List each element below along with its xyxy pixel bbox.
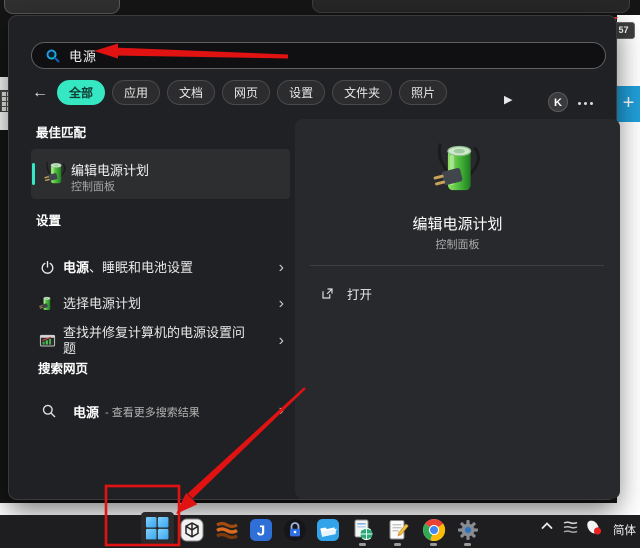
tray-list-icon[interactable] [562, 521, 578, 534]
webpage-bottom-strip [0, 503, 640, 515]
search-flyout-panel: 电源 ← 全部 应用 文档 网页 设置 文件夹 照片 ▶ K 最佳匹配 编辑电源… [8, 15, 617, 500]
running-indicator [359, 543, 366, 546]
settings-gear-icon[interactable] [456, 518, 480, 542]
search-web-header: 搜索网页 [38, 358, 88, 377]
chrome-icon[interactable] [422, 518, 446, 542]
windows-start-icon[interactable] [145, 516, 169, 540]
more-options-icon[interactable] [578, 100, 596, 106]
match-term: 电源 [73, 402, 99, 421]
chevron-right-icon: › [279, 334, 284, 348]
converter-app-icon[interactable] [351, 518, 375, 542]
open-external-icon [320, 286, 335, 301]
notepad-icon[interactable] [386, 518, 410, 542]
tab-apps[interactable]: 应用 [112, 80, 160, 105]
game-mode-icon[interactable]: ▶ [504, 93, 512, 106]
tab-all[interactable]: 全部 [57, 80, 105, 105]
netdisk-folder-icon[interactable] [316, 518, 340, 542]
password-lock-icon[interactable] [283, 518, 307, 542]
troubleshoot-icon [39, 333, 56, 350]
3d-viewer-icon[interactable] [180, 518, 204, 542]
open-action[interactable]: 打开 [320, 282, 372, 304]
open-label: 打开 [347, 284, 372, 303]
j-app-icon[interactable]: J [249, 518, 273, 542]
running-indicator [464, 543, 471, 546]
result-label: - 查看更多搜索结果 [105, 404, 200, 420]
best-match-subtitle: 控制面板 [71, 178, 115, 194]
chevron-right-icon: › [279, 404, 284, 418]
chevron-right-icon: › [279, 261, 284, 275]
preview-subtitle: 控制面板 [295, 236, 620, 252]
result-power-sleep-settings[interactable]: 电源、睡眠和电池设置 › [31, 249, 290, 287]
preview-title: 编辑电源计划 [295, 213, 620, 234]
best-match-title: 编辑电源计划 [71, 160, 149, 179]
account-avatar[interactable]: K [548, 92, 568, 112]
search-icon [45, 48, 61, 64]
flame-app-icon[interactable] [215, 518, 239, 542]
settings-header: 设置 [36, 210, 61, 229]
search-query: 电源 [69, 46, 97, 65]
result-label: 、睡眠和电池设置 [89, 260, 193, 275]
tab-web[interactable]: 网页 [222, 80, 270, 105]
power-icon [39, 260, 56, 277]
tray-expand-chevron-icon[interactable] [541, 522, 553, 530]
chevron-right-icon: › [279, 297, 284, 311]
browser-tab-strip[interactable] [312, 0, 630, 13]
result-preview-pane: 编辑电源计划 控制面板 打开 [295, 119, 620, 499]
divider [310, 265, 604, 266]
best-match-header: 最佳匹配 [36, 122, 86, 141]
browser-tab[interactable] [4, 0, 120, 14]
ime-language-indicator[interactable]: 简体 [613, 522, 636, 538]
tab-photos[interactable]: 照片 [399, 80, 447, 105]
filter-tabs: 全部 应用 文档 网页 设置 文件夹 照片 [57, 80, 447, 105]
tab-documents[interactable]: 文档 [167, 80, 215, 105]
tab-folders[interactable]: 文件夹 [332, 80, 392, 105]
match-term: 电源 [63, 260, 89, 275]
power-plan-icon [44, 158, 67, 190]
search-icon [41, 403, 57, 419]
result-label: 选择电源计划 [63, 296, 249, 312]
selection-accent-bar [32, 163, 35, 185]
result-label: 查找并修复计算机的电源设置问题 [63, 325, 249, 357]
tab-settings[interactable]: 设置 [277, 80, 325, 105]
webpage-plus-button[interactable]: + [617, 86, 640, 122]
svg-text:J: J [257, 523, 265, 540]
search-input[interactable]: 电源 [31, 42, 606, 69]
best-match-item[interactable]: 编辑电源计划 控制面板 [31, 149, 290, 199]
back-arrow-icon[interactable]: ← [31, 84, 49, 102]
tray-mouse-icon[interactable] [585, 519, 603, 536]
power-plan-icon-large [432, 141, 484, 199]
result-web-search[interactable]: 电源 - 查看更多搜索结果 › [31, 394, 290, 428]
running-indicator [394, 543, 401, 546]
battery-plan-icon [39, 294, 54, 315]
running-indicator [430, 543, 437, 546]
